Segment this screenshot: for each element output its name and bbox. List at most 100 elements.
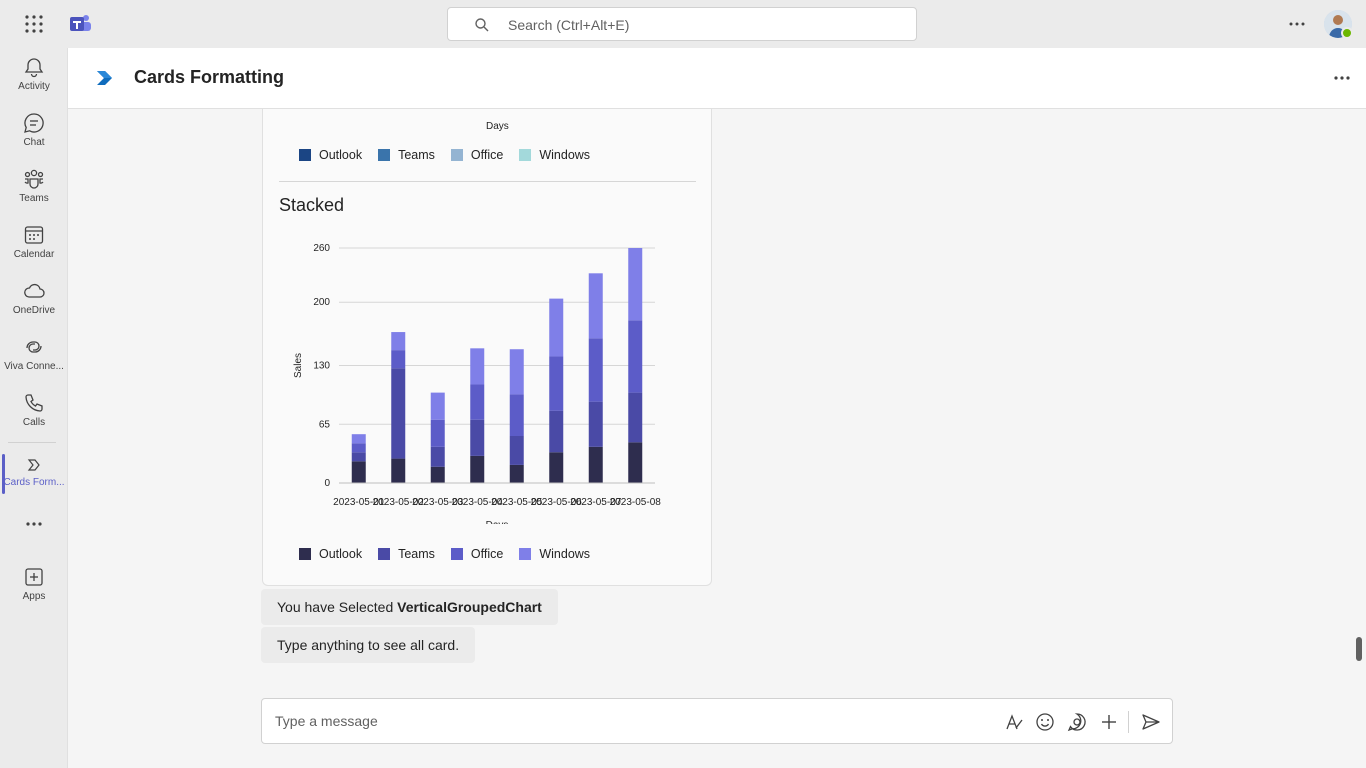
- composer-divider: [1128, 711, 1129, 733]
- rail-label: Activity: [18, 81, 50, 92]
- chat-icon: [24, 113, 44, 133]
- more-icon: [26, 522, 42, 526]
- bar-segment: [588, 446, 603, 483]
- legend-swatch: [519, 149, 532, 161]
- stacked-chart-legend: Outlook Teams Office Windows: [299, 547, 606, 561]
- bar-segment: [351, 452, 366, 462]
- format-icon[interactable]: [1004, 712, 1024, 732]
- adaptive-card: Days Outlook Teams Office Windows Stacke…: [262, 109, 712, 586]
- bar-segment: [588, 273, 603, 339]
- rail-item-calls[interactable]: Calls: [0, 392, 68, 446]
- bar-segment: [391, 332, 406, 351]
- send-icon[interactable]: [1141, 712, 1161, 732]
- bar-segment: [549, 452, 564, 483]
- legend-label: Office: [470, 148, 504, 162]
- rail-label: Calendar: [13, 249, 55, 260]
- bar-segment: [509, 394, 524, 436]
- legend-swatch: [299, 149, 311, 161]
- message-text: Type anything to see all card.: [277, 637, 460, 653]
- legend-label: Teams: [398, 547, 435, 561]
- scrollbar-thumb[interactable]: [1356, 637, 1362, 661]
- chart-heading: Stacked: [279, 195, 345, 215]
- rail-label: Calls: [22, 417, 46, 428]
- app-rail: Activity Chat Teams Calendar OneDrive Vi…: [0, 48, 68, 768]
- waffle-icon[interactable]: [24, 14, 44, 34]
- legend-label: Office: [470, 547, 504, 561]
- bar-segment: [628, 320, 643, 393]
- rail-item-cards-formatting[interactable]: Cards Form...: [0, 452, 68, 506]
- rail-item-viva-connections[interactable]: Viva Conne...: [0, 336, 68, 390]
- add-apps-icon: [25, 568, 43, 586]
- rail-item-calendar[interactable]: Calendar: [0, 224, 68, 278]
- bar-segment: [391, 368, 406, 459]
- bar-segment: [470, 455, 485, 483]
- more-icon[interactable]: [1287, 14, 1307, 34]
- rail-item-teams[interactable]: Teams: [0, 168, 68, 222]
- rail-label: Teams: [19, 193, 49, 204]
- loop-icon[interactable]: [1067, 712, 1087, 732]
- rail-label: Apps: [22, 591, 46, 602]
- message-bold-text: VerticalGroupedChart: [397, 599, 542, 615]
- search-placeholder: Search (Ctrl+Alt+E): [508, 17, 630, 33]
- bar-segment: [588, 338, 603, 402]
- legend-swatch: [378, 149, 391, 161]
- y-tick-label: 0: [324, 478, 330, 489]
- more-options-icon[interactable]: [1332, 68, 1352, 88]
- teams-logo-icon: [70, 15, 91, 31]
- bar-segment: [351, 443, 366, 453]
- search-icon: [475, 18, 489, 32]
- bar-segment: [470, 419, 485, 456]
- legend-item: Outlook: [299, 547, 362, 561]
- legend-swatch: [299, 548, 311, 560]
- rail-item-apps[interactable]: Apps: [0, 566, 68, 620]
- bar-segment: [628, 248, 643, 321]
- phone-icon: [25, 394, 43, 412]
- legend-swatch: [519, 548, 532, 560]
- app-title: Cards Formatting: [134, 67, 285, 87]
- search-box[interactable]: Search (Ctrl+Alt+E): [447, 7, 917, 41]
- legend-label: Outlook: [319, 547, 363, 561]
- x-axis-title: Days: [486, 520, 509, 524]
- bar-segment: [628, 392, 643, 443]
- bar-segment: [549, 410, 564, 453]
- legend-item: Windows: [519, 547, 590, 561]
- cloud-icon: [24, 283, 45, 298]
- app-header: Cards Formatting: [68, 48, 1366, 109]
- rail-more-apps[interactable]: [0, 518, 68, 538]
- legend-item: Office: [450, 148, 504, 162]
- legend-label: Windows: [539, 547, 591, 561]
- legend-item: Windows: [519, 148, 590, 162]
- bar-segment: [509, 436, 524, 465]
- top-chart-x-axis-title: Days: [486, 121, 509, 132]
- message-composer[interactable]: Type a message: [261, 698, 1173, 744]
- message-bubble: Type anything to see all card.: [261, 627, 476, 663]
- bar-segment: [391, 350, 406, 369]
- bar-segment: [391, 458, 406, 483]
- bar-segment: [549, 298, 564, 357]
- rail-label: Viva Conne...: [4, 361, 64, 372]
- y-tick-label: 65: [319, 419, 331, 430]
- cards-formatting-app-icon: [97, 71, 112, 85]
- bar-segment: [509, 349, 524, 395]
- legend-item: Teams: [378, 547, 435, 561]
- legend-item: Outlook: [299, 148, 362, 162]
- y-axis-title: Sales: [293, 353, 304, 378]
- top-bar: Search (Ctrl+Alt+E): [0, 0, 1366, 48]
- rail-item-chat[interactable]: Chat: [0, 112, 68, 166]
- teams-icon: [24, 169, 44, 189]
- attach-plus-icon[interactable]: [1099, 712, 1119, 732]
- rail-item-activity[interactable]: Activity: [0, 56, 68, 110]
- rail-item-onedrive[interactable]: OneDrive: [0, 280, 68, 334]
- y-tick-label: 200: [313, 297, 330, 308]
- presence-available-icon: [1341, 27, 1353, 39]
- bar-segment: [470, 384, 485, 420]
- calendar-icon: [24, 226, 44, 244]
- legend-item: Teams: [378, 148, 435, 162]
- viva-connections-icon: [26, 341, 42, 353]
- emoji-icon[interactable]: [1035, 712, 1055, 732]
- bar-segment: [430, 446, 445, 467]
- bar-segment: [351, 434, 366, 444]
- top-chart-legend: Outlook Teams Office Windows: [299, 148, 606, 162]
- legend-swatch: [450, 548, 463, 560]
- legend-label: Windows: [539, 148, 591, 162]
